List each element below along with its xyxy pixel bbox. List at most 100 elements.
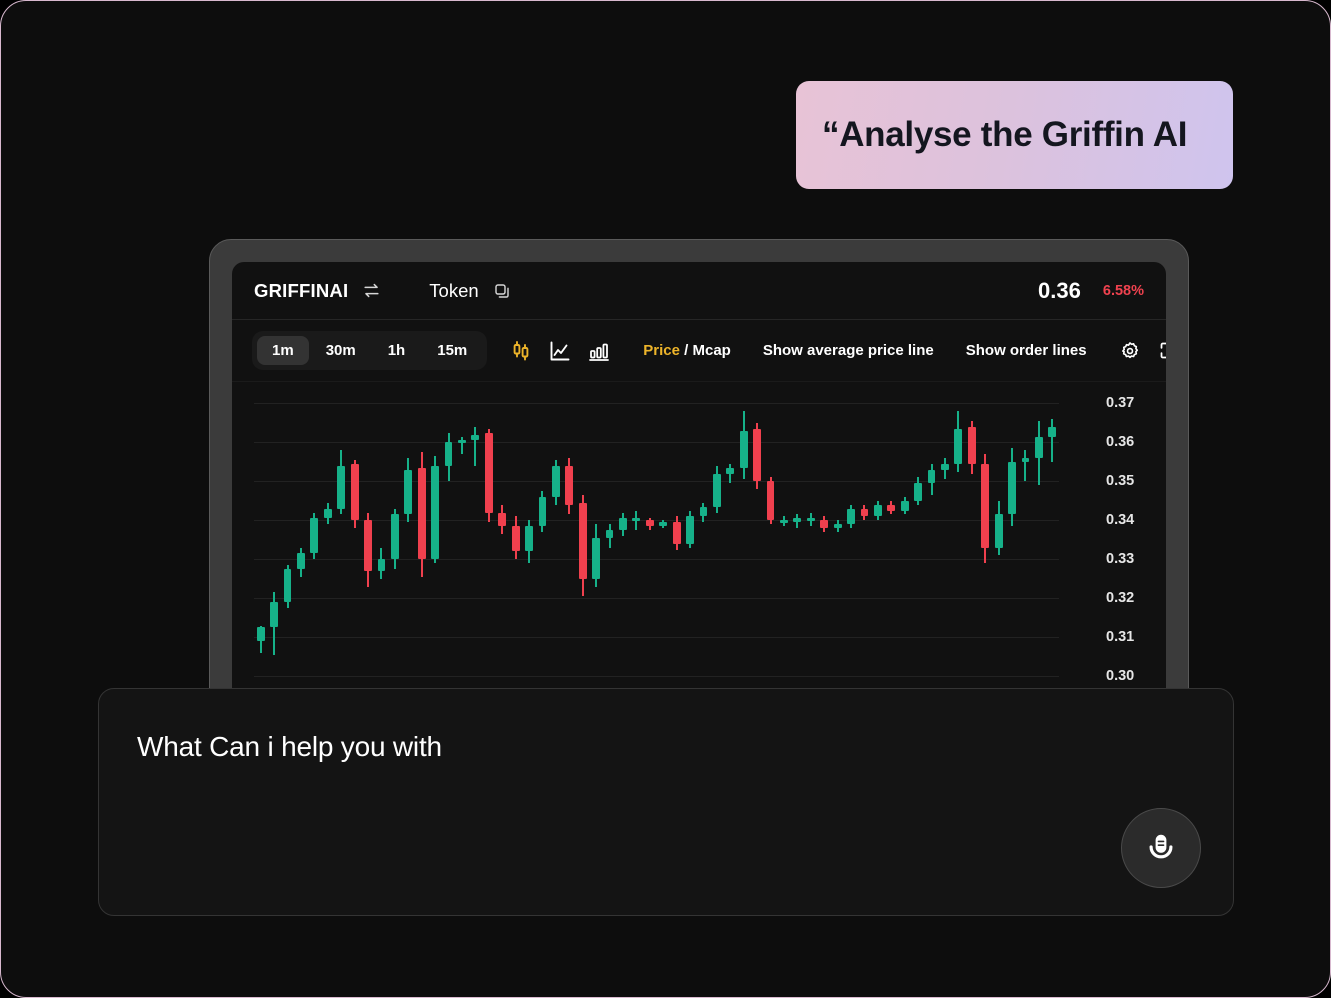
candle-body xyxy=(766,481,775,521)
candle-body xyxy=(592,537,600,579)
prompt-bubble-text: “Analyse the Griffin AI xyxy=(822,115,1188,154)
candle-body xyxy=(605,530,614,538)
candle-body xyxy=(1048,426,1057,437)
candlestick xyxy=(766,382,775,682)
swap-icon[interactable] xyxy=(362,281,381,300)
candlestick xyxy=(726,382,735,682)
chart-gridline xyxy=(254,442,1059,444)
candlestick xyxy=(525,382,533,682)
line-chart-icon[interactable] xyxy=(548,339,572,363)
candlestick xyxy=(699,382,708,682)
candlestick xyxy=(860,382,869,682)
candle-body xyxy=(323,508,332,519)
candle-wick xyxy=(474,426,477,466)
candle-body xyxy=(954,428,963,464)
candlestick xyxy=(900,382,909,682)
candle-body xyxy=(793,518,802,523)
candle-body xyxy=(726,467,735,474)
price-mcap-toggle[interactable]: Price / Mcap xyxy=(643,342,731,359)
gear-icon[interactable] xyxy=(1119,340,1141,362)
candle-body xyxy=(699,506,708,517)
candlestick xyxy=(806,382,815,682)
copy-icon[interactable] xyxy=(493,282,511,300)
candle-body xyxy=(458,440,466,443)
candle-body xyxy=(364,520,372,571)
y-axis-tick-label: 0.30 xyxy=(1106,668,1135,685)
candle-body xyxy=(873,504,882,517)
candlestick xyxy=(672,382,681,682)
prompt-bubble: “Analyse the Griffin AI xyxy=(796,81,1233,189)
candle-body xyxy=(377,559,386,571)
candlestick-icon[interactable] xyxy=(509,339,533,363)
candle-body xyxy=(887,504,896,511)
candle-body xyxy=(283,569,292,603)
chart-gridline xyxy=(254,637,1059,639)
candle-body xyxy=(860,508,869,517)
chart-toolbar: 1m 30m 1h 15m Price / Mcap Show average … xyxy=(232,320,1166,382)
candlestick xyxy=(1034,382,1043,682)
candle-body xyxy=(981,463,990,548)
timeframe-1m[interactable]: 1m xyxy=(257,336,309,365)
candlestick xyxy=(847,382,855,682)
candlestick xyxy=(498,382,507,682)
candlestick xyxy=(404,382,413,682)
candle-body xyxy=(511,526,520,552)
candlestick xyxy=(431,382,439,682)
candle-body xyxy=(806,518,815,521)
microphone-button[interactable] xyxy=(1121,808,1201,888)
candlestick xyxy=(270,382,278,682)
timeframe-15m[interactable]: 15m xyxy=(422,336,482,365)
price-toggle-label: Price xyxy=(643,342,680,359)
timeframe-1h[interactable]: 1h xyxy=(373,336,421,365)
y-axis-tick-label: 0.37 xyxy=(1106,395,1135,412)
candle-body xyxy=(833,524,842,529)
candlestick xyxy=(297,382,305,682)
candlestick xyxy=(954,382,963,682)
show-average-price-line-button[interactable]: Show average price line xyxy=(763,342,934,359)
fullscreen-icon[interactable] xyxy=(1158,340,1166,361)
candle-body xyxy=(337,465,346,509)
candle-body xyxy=(431,465,439,560)
candle-body xyxy=(256,627,265,642)
candle-body xyxy=(632,518,641,521)
chart-gridline xyxy=(254,676,1059,678)
candle-body xyxy=(994,514,1003,548)
candle-wick xyxy=(729,463,732,484)
candlestick xyxy=(632,382,641,682)
bar-chart-icon[interactable] xyxy=(587,339,611,363)
chart-gridline xyxy=(254,559,1059,561)
candle-body xyxy=(619,518,627,531)
candlestick xyxy=(390,382,399,682)
toolbar-action-icons xyxy=(1119,340,1166,362)
candlestick xyxy=(780,382,788,682)
candle-body xyxy=(1021,457,1030,462)
y-axis-tick-label: 0.34 xyxy=(1106,512,1135,529)
candle-body xyxy=(310,518,319,554)
candle-body xyxy=(739,430,748,468)
candlestick xyxy=(1021,382,1030,682)
candle-body xyxy=(914,483,922,501)
candlestick xyxy=(820,382,829,682)
candle-body xyxy=(498,512,507,527)
candlestick xyxy=(458,382,466,682)
token-ticker: GRIFFINAI xyxy=(254,279,349,301)
candlestick xyxy=(793,382,802,682)
price-chart[interactable]: 0.37 0.36 0.35 0.34 0.33 0.32 0.31 0.30 xyxy=(232,382,1166,685)
candlestick xyxy=(283,382,292,682)
candle-body xyxy=(404,469,413,515)
candle-body xyxy=(297,553,305,569)
candle-body xyxy=(645,520,654,527)
candle-body xyxy=(444,442,453,466)
show-order-lines-button[interactable]: Show order lines xyxy=(966,342,1087,359)
candlestick xyxy=(471,382,480,682)
candlestick xyxy=(377,382,386,682)
candle-body xyxy=(417,467,426,560)
candle-body xyxy=(471,434,480,441)
chart-gridline xyxy=(254,598,1059,600)
y-axis-tick-label: 0.36 xyxy=(1106,434,1135,451)
candle-body xyxy=(1008,461,1016,515)
timeframe-30m[interactable]: 30m xyxy=(311,336,371,365)
candlestick xyxy=(323,382,332,682)
price-value: 0.36 xyxy=(1038,277,1081,303)
app-root: “Analyse the Griffin AI GRIFFINAI Token xyxy=(0,0,1331,998)
